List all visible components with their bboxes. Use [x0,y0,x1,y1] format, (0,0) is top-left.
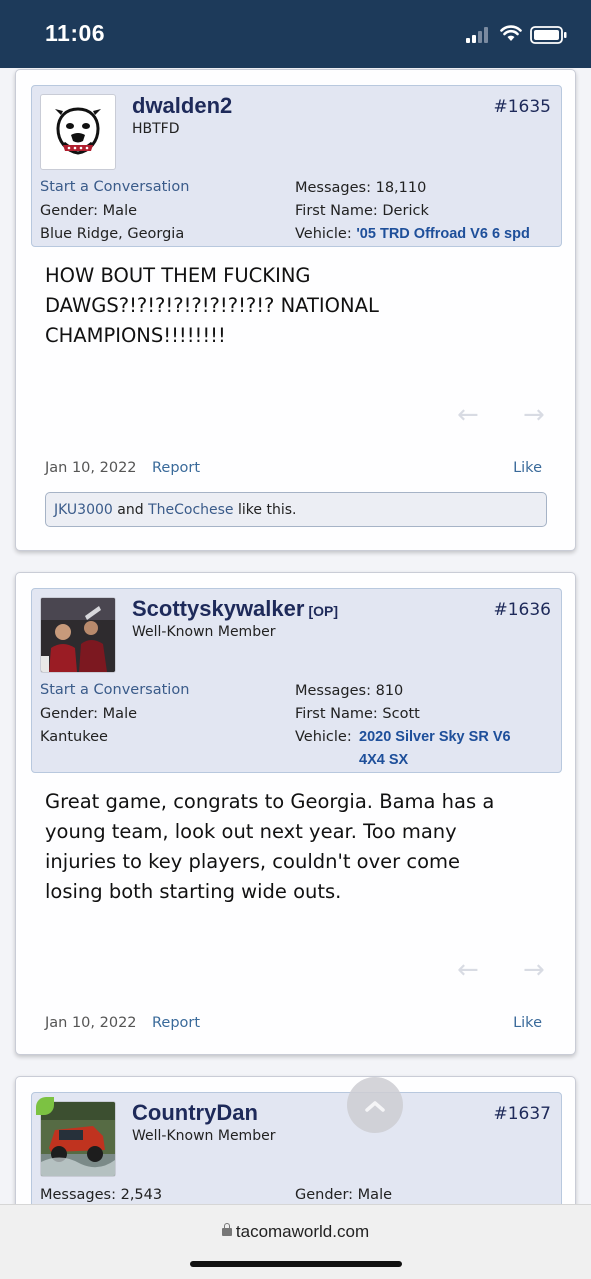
user-info-block: CountryDan Well-Known Member #1637 Messa… [31,1092,562,1204]
vehicle-link[interactable]: 2020 Silver Sky SR V6 [359,729,511,745]
post-number[interactable]: #1636 [493,600,551,620]
message-line: young team, look out next year. Too many [45,820,457,843]
battery-icon [530,26,567,44]
vehicle-link-line2[interactable]: 4X4 SX [359,752,408,768]
message-line: DAWGS?!?!?!?!?!?!?!?!? NATIONAL [45,294,379,317]
liker-link[interactable]: JKU3000 [54,502,113,518]
vehicle-link[interactable]: '05 TRD Offroad V6 6 spd [356,226,529,242]
status-time: 11:06 [45,20,106,46]
likes-and: and [117,502,144,518]
message-line: HOW BOUT THEM FUCKING [45,264,311,287]
address-bar[interactable]: tacomaworld.com [0,1222,591,1242]
bulldog-logo-icon [55,107,101,155]
message-line: Great game, congrats to Georgia. Bama ha… [45,790,495,813]
likes-suffix: like this. [238,502,297,518]
first-name: First Name: Derick [295,203,429,219]
message-line: injuries to key players, couldn't over c… [45,850,461,873]
gender: Gender: Male [40,203,138,219]
vehicle: Vehicle: '05 TRD Offroad V6 6 spd [295,226,530,242]
scroll-to-top-button[interactable] [347,1077,403,1133]
wifi-icon [500,25,522,41]
url-text[interactable]: tacomaworld.com [236,1222,369,1241]
user-info-block: dwalden2 HBTFD #1635 Start a Conversatio… [31,85,562,247]
messages-count: Messages: 810 [295,683,404,699]
messages-count: Messages: 2,543 [40,1187,163,1203]
thread-content[interactable]: dwalden2 HBTFD #1635 Start a Conversatio… [0,68,591,1204]
user-info-block: Scottyskywalker [OP] Well-Known Member #1… [31,588,562,773]
avatar[interactable] [40,94,116,170]
browser-bottom-bar: tacomaworld.com [0,1204,591,1279]
user-photo-icon [41,598,115,672]
post-1637: CountryDan Well-Known Member #1637 Messa… [15,1076,576,1204]
start-conversation-link[interactable]: Start a Conversation [40,179,189,195]
first-name: First Name: Scott [295,706,420,722]
like-link[interactable]: Like [513,460,542,476]
username[interactable]: CountryDan [132,1100,258,1126]
message-line: CHAMPIONS!!!!!!!! [45,324,226,347]
username[interactable]: Scottyskywalker [OP] [132,596,338,622]
report-link[interactable]: Report [152,1015,200,1031]
user-title: Well-Known Member [132,624,276,640]
arrow-right-icon[interactable]: → [523,955,545,985]
arrow-right-icon[interactable]: → [523,400,545,430]
avatar[interactable] [40,597,116,673]
chevron-up-icon [365,1101,385,1112]
user-photo-icon [41,1102,115,1176]
location: Blue Ridge, Georgia [40,226,185,242]
post-date[interactable]: Jan 10, 2022 [45,460,137,476]
likes-summary: JKU3000 and TheCochese like this. [45,492,547,527]
post-number[interactable]: #1635 [493,97,551,117]
post-1636: Scottyskywalker [OP] Well-Known Member #1… [15,572,576,1055]
op-badge: [OP] [308,603,338,619]
like-link[interactable]: Like [513,1015,542,1031]
username[interactable]: dwalden2 [132,93,232,119]
vehicle-label: Vehicle: [295,729,352,745]
message-line: losing both starting wide outs. [45,880,342,903]
arrow-left-icon[interactable]: ← [457,955,479,985]
liker-link[interactable]: TheCochese [148,502,233,518]
messages-count: Messages: 18,110 [295,180,427,196]
gender: Gender: Male [295,1187,393,1203]
message-body: Great game, congrats to Georgia. Bama ha… [45,787,555,907]
signal-icon [466,27,488,43]
message-body: HOW BOUT THEM FUCKING DAWGS?!?!?!?!?!?!?… [45,261,555,351]
username-text[interactable]: Scottyskywalker [132,596,304,621]
vehicle-label: Vehicle: [295,226,352,242]
status-bar: 11:06 [0,0,591,68]
avatar[interactable] [40,1101,116,1177]
post-number[interactable]: #1637 [493,1104,551,1124]
post-1635: dwalden2 HBTFD #1635 Start a Conversatio… [15,69,576,551]
start-conversation-link[interactable]: Start a Conversation [40,682,189,698]
location: Kantukee [40,729,108,745]
lock-icon [221,1223,232,1236]
post-date[interactable]: Jan 10, 2022 [45,1015,137,1031]
home-indicator[interactable] [190,1261,402,1267]
arrow-left-icon[interactable]: ← [457,400,479,430]
report-link[interactable]: Report [152,460,200,476]
user-title: Well-Known Member [132,1128,276,1144]
user-title: HBTFD [132,121,180,137]
gender: Gender: Male [40,706,138,722]
